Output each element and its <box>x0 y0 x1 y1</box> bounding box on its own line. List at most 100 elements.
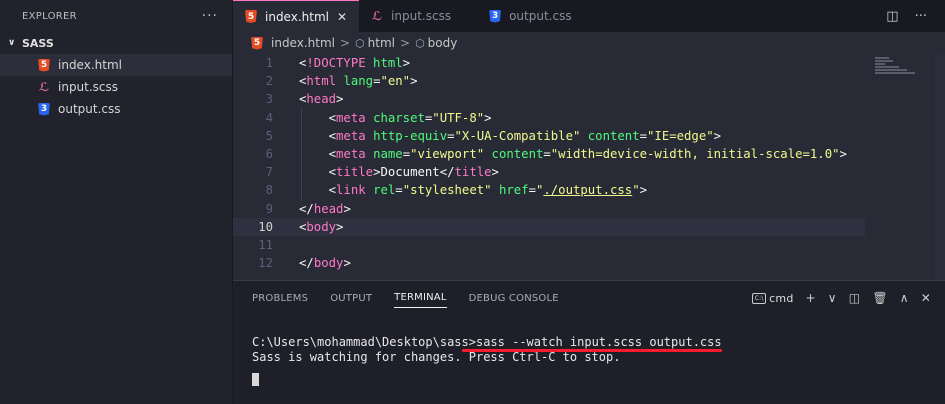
tab-label: index.html <box>265 9 329 24</box>
code-line[interactable]: 1 <!DOCTYPE html> <box>233 54 873 72</box>
sass-file-icon: ℒ <box>38 80 50 94</box>
code-line[interactable]: 10 <body> <box>233 217 865 236</box>
line-number: 6 <box>265 147 273 161</box>
editor-tab-bar: 5 index.html ✕ ℒ input.scss 3 output.css… <box>233 0 945 32</box>
breadcrumb-item[interactable]: body <box>428 36 458 50</box>
terminal-prompt: C:\Users\mohammad\Desktop\sass> <box>252 335 476 349</box>
tab-problems[interactable]: PROBLEMS <box>252 281 308 315</box>
code-text: <html lang="en"> <box>299 74 418 89</box>
split-editor-icon[interactable]: ◫ <box>886 9 898 24</box>
breadcrumb-item[interactable]: index.html <box>271 36 335 50</box>
code-text: <body> <box>299 219 344 234</box>
html-file-icon: 5 <box>251 36 263 50</box>
code-text: </body> <box>299 256 351 271</box>
chevron-right-icon: > <box>400 36 411 50</box>
code-line[interactable]: 12 </body> <box>233 254 873 272</box>
line-number: 3 <box>265 92 273 107</box>
file-item-input-scss[interactable]: ℒ input.scss <box>0 76 232 98</box>
line-number: 11 <box>258 238 273 252</box>
tab-input-scss[interactable]: ℒ input.scss <box>359 0 463 32</box>
element-icon: ⬡ <box>355 36 365 50</box>
code-text: <meta charset="UTF-8"> <box>328 110 492 125</box>
code-line[interactable]: 11 <box>233 236 873 254</box>
folder-sass[interactable]: ∨ SASS <box>0 32 232 54</box>
chevron-down-icon[interactable]: ∨ <box>828 291 837 305</box>
css-file-icon: 3 <box>38 102 50 116</box>
tab-debug-console[interactable]: DEBUG CONSOLE <box>469 281 559 315</box>
folder-label: SASS <box>22 36 54 50</box>
red-annotation-underline <box>462 349 722 352</box>
terminal-command: sass --watch input.scss output.css <box>475 335 722 349</box>
line-number: 7 <box>265 165 273 180</box>
line-number: 2 <box>265 74 273 89</box>
explorer-sidebar: EXPLORER ··· ∨ SASS 5 index.html ℒ input… <box>0 0 233 404</box>
more-actions-icon[interactable]: ··· <box>202 8 218 24</box>
html-file-icon: 5 <box>245 10 257 23</box>
trash-icon[interactable]: 🗑 <box>872 291 887 305</box>
tab-index-html[interactable]: 5 index.html ✕ <box>233 0 360 32</box>
vertical-scrollbar[interactable] <box>935 54 945 280</box>
code-text: <meta http-equiv="X-UA-Compatible" conte… <box>328 128 722 143</box>
code-line[interactable]: 2 <html lang="en"> <box>233 72 873 90</box>
terminal-line: Sass is watching for changes. Press Ctrl… <box>252 350 621 364</box>
file-label: index.html <box>58 58 122 72</box>
terminal-cursor <box>252 373 259 386</box>
tab-output-css[interactable]: 3 output.css <box>477 0 584 32</box>
file-label: output.css <box>58 102 121 116</box>
file-label: input.scss <box>58 80 119 94</box>
close-icon[interactable]: ✕ <box>921 291 931 305</box>
explorer-title: EXPLORER <box>22 10 77 22</box>
explorer-header: EXPLORER ··· <box>0 0 232 32</box>
sass-file-icon: ℒ <box>371 9 383 23</box>
terminal-icon: C:\ <box>752 292 767 304</box>
breadcrumb: 5 index.html > ⬡ html > ⬡ body <box>233 32 945 54</box>
element-icon: ⬡ <box>415 36 425 50</box>
html-file-icon: 5 <box>38 58 50 72</box>
code-line[interactable]: 9 </head> <box>233 200 873 218</box>
tab-terminal[interactable]: TERMINAL <box>394 288 447 308</box>
breadcrumb-item[interactable]: html <box>368 36 395 50</box>
code-editor[interactable]: 1 <!DOCTYPE html> 2 <html lang="en"> 3 <head>… <box>233 54 945 280</box>
file-item-index-html[interactable]: 5 index.html <box>0 54 232 76</box>
file-item-output-css[interactable]: 3 output.css <box>0 98 232 120</box>
more-actions-icon[interactable]: ··· <box>915 9 927 24</box>
code-text: <title>Document</title> <box>328 165 499 180</box>
code-line[interactable]: 5 <meta http-equiv="X-UA-Compatible" con… <box>233 127 873 145</box>
line-number: 1 <box>265 56 273 70</box>
maximize-panel-icon[interactable]: ∧ <box>900 291 909 305</box>
code-line[interactable]: 4 <meta charset="UTF-8"> <box>233 109 873 127</box>
line-number: 5 <box>265 128 273 143</box>
shell-label: cmd <box>769 291 794 305</box>
code-text: <meta name="viewport" content="width=dev… <box>328 147 847 161</box>
terminal-line: C:\Users\mohammad\Desktop\sass>sass --wa… <box>252 335 945 350</box>
new-terminal-icon[interactable]: + <box>806 291 816 305</box>
line-number: 9 <box>265 201 273 216</box>
line-number: 10 <box>258 219 273 234</box>
tab-label: output.css <box>509 9 572 23</box>
tab-output[interactable]: OUTPUT <box>330 281 372 315</box>
code-line[interactable]: 3 <head> <box>233 90 873 108</box>
code-line[interactable]: 6 <meta name="viewport" content="width=d… <box>233 145 873 163</box>
terminal-shell-selector[interactable]: C:\ cmd <box>752 292 793 305</box>
chevron-down-icon: ∨ <box>8 38 16 48</box>
indent-guide <box>301 108 302 201</box>
line-number: 12 <box>258 256 273 271</box>
css-file-icon: 3 <box>489 9 502 23</box>
line-number: 4 <box>265 110 273 125</box>
code-text: <head> <box>299 92 344 107</box>
code-text: <!DOCTYPE html> <box>299 56 411 70</box>
chevron-right-icon: > <box>339 36 351 50</box>
terminal-line <box>252 372 945 387</box>
bottom-panel: PROBLEMS OUTPUT TERMINAL DEBUG CONSOLE C… <box>233 280 945 404</box>
tab-label: input.scss <box>391 9 452 23</box>
editor-actions: ◫ ··· <box>886 0 945 32</box>
code-line[interactable]: 8 <link rel="stylesheet" href="./output.… <box>233 181 873 199</box>
code-text: <link rel="stylesheet" href="./output.cs… <box>328 183 648 198</box>
code-text: </head> <box>299 201 351 216</box>
code-line[interactable]: 7 <title>Document</title> <box>233 163 873 181</box>
close-icon[interactable]: ✕ <box>337 10 347 24</box>
minimap[interactable] <box>871 54 931 280</box>
split-terminal-icon[interactable]: ◫ <box>849 291 861 305</box>
panel-tab-bar: PROBLEMS OUTPUT TERMINAL DEBUG CONSOLE C… <box>233 281 945 315</box>
line-number: 8 <box>265 183 273 198</box>
